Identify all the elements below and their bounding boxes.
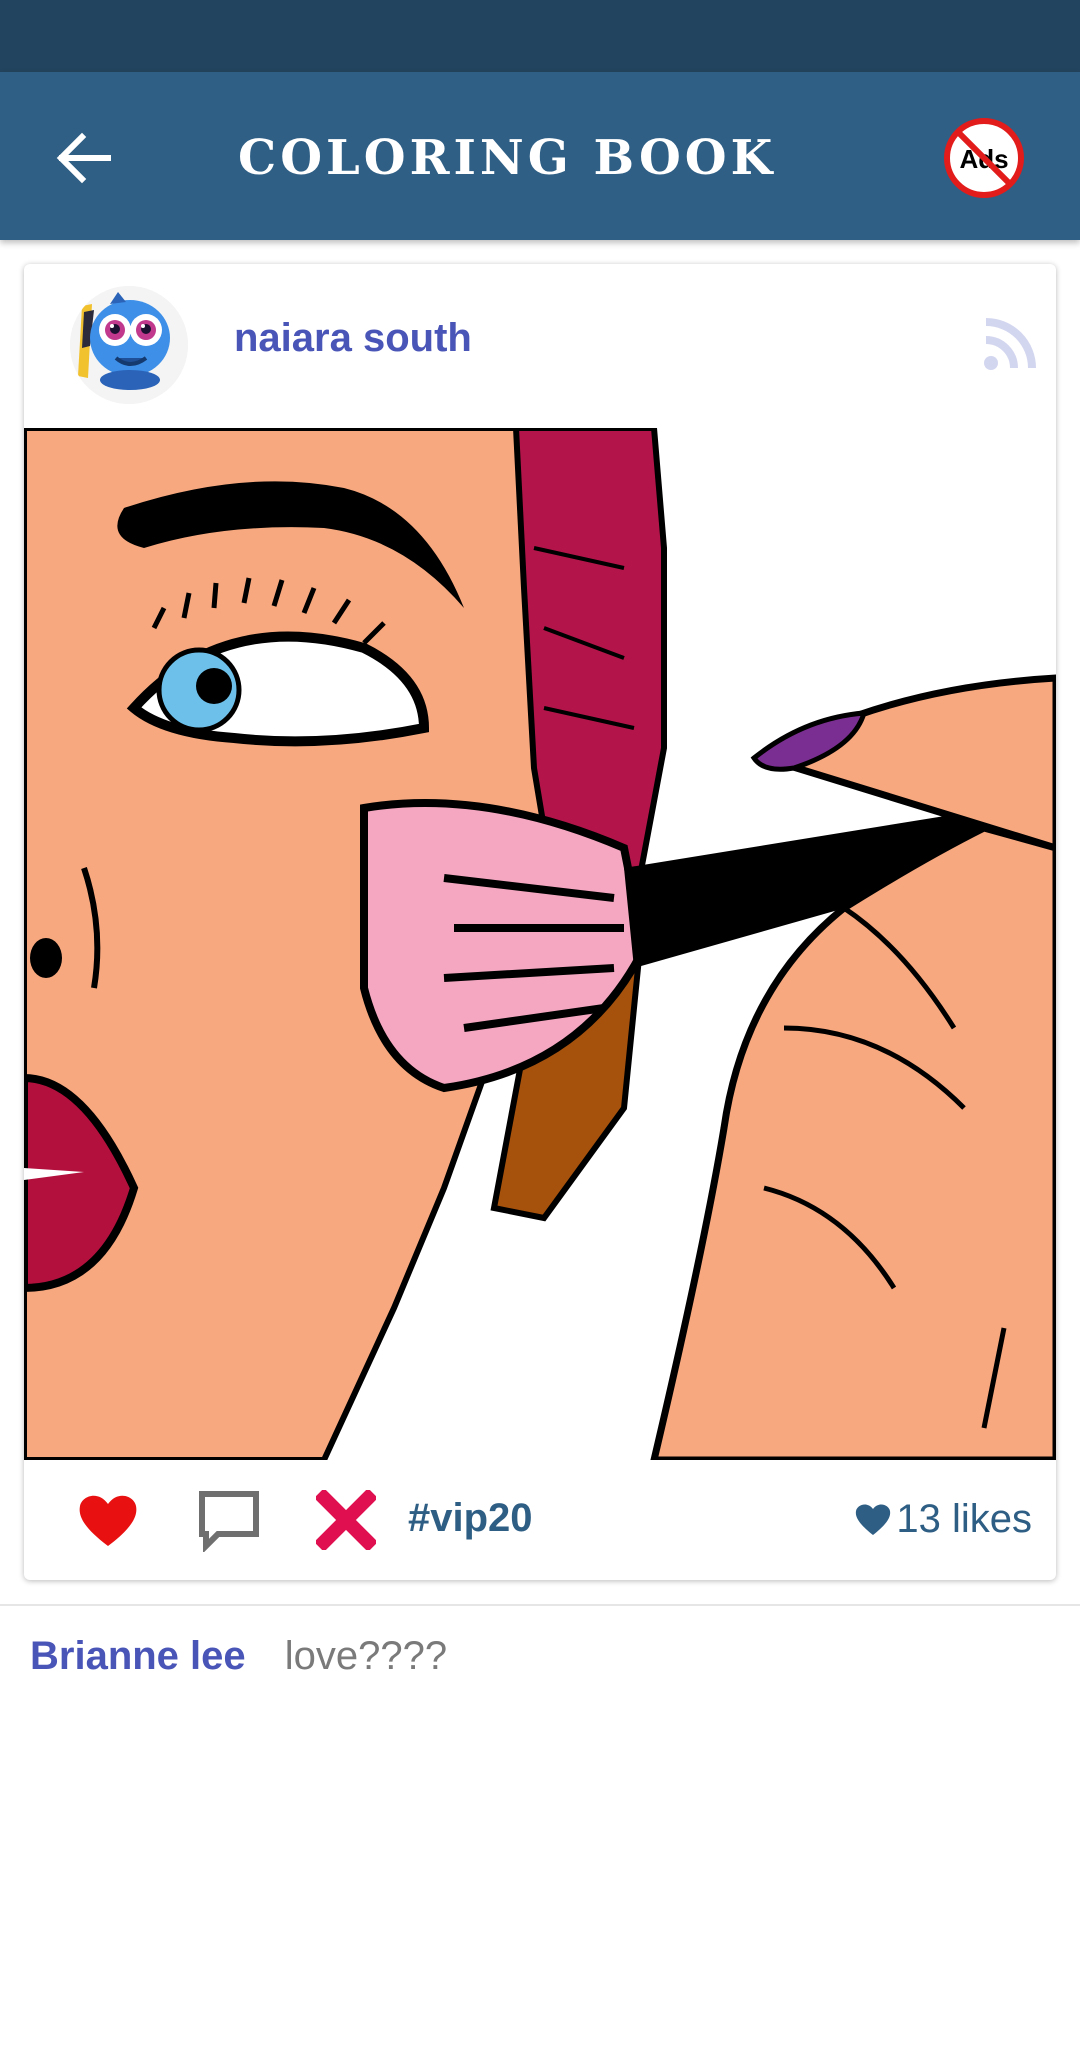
remove-ads-button[interactable]: Ads <box>942 116 1026 200</box>
comment-author[interactable]: Brianne lee <box>30 1634 246 1678</box>
app-bar: COLORING BOOK Ads <box>0 72 1080 240</box>
comment-button[interactable] <box>196 1486 262 1554</box>
post-hashtag[interactable]: #vip20 <box>408 1496 533 1541</box>
like-button[interactable] <box>76 1488 140 1552</box>
colored-artwork-image[interactable] <box>24 428 1056 1460</box>
close-icon <box>314 1488 378 1552</box>
comment-text: love???? <box>284 1634 448 1678</box>
rss-feed-icon[interactable] <box>982 314 1040 372</box>
app-title: COLORING BOOK <box>238 130 777 186</box>
post-username[interactable]: naiara south <box>234 316 472 361</box>
delete-button[interactable] <box>314 1488 378 1552</box>
comment-icon <box>199 1491 259 1554</box>
likes-count: 13 likes <box>854 1494 1032 1544</box>
post-actions: #vip20 13 likes <box>24 1460 1056 1580</box>
heart-small-icon <box>856 1504 891 1535</box>
arrow-left-icon <box>56 132 111 184</box>
no-ads-icon: Ads <box>944 118 1024 198</box>
post-card: naiara south #vip20 13 likes <box>24 264 1056 1580</box>
likes-text: 13 likes <box>896 1496 1032 1541</box>
comment-item: Brianne lee love???? <box>30 1634 447 1679</box>
divider <box>0 1604 1080 1606</box>
status-bar <box>0 0 1080 72</box>
user-avatar[interactable] <box>70 286 188 404</box>
heart-icon <box>79 1495 137 1546</box>
fish-character-avatar <box>70 286 188 404</box>
back-button[interactable] <box>48 122 120 194</box>
